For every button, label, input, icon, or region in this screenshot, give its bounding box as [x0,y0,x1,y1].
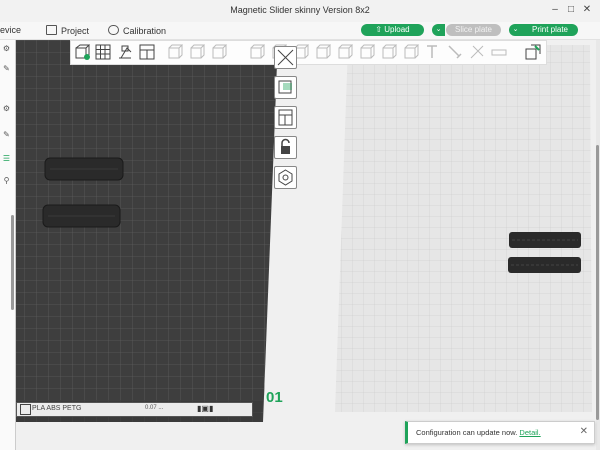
window-title: Magnetic Slider skinny Version 8x2 [230,5,370,15]
edit-icon[interactable]: ✎ [2,130,11,139]
settings-icon[interactable]: ⚙ [2,44,11,53]
menu-device[interactable]: evice [0,25,21,35]
cube-icon[interactable] [403,44,419,60]
menu-calibration-label: Calibration [123,26,167,36]
settings-hex-icon [278,169,293,186]
menu-project-label: Project [61,26,90,36]
cube-icon[interactable] [189,44,205,60]
auto-orient-icon [277,49,294,66]
slice-dropdown-icon[interactable]: ⌄ [432,24,445,36]
cube-icon[interactable] [211,44,227,60]
arrange-tool[interactable] [274,106,297,129]
filament-label: PLA ABS PETG [32,405,82,412]
close-icon[interactable]: ✕ [580,3,594,17]
slice-plate-button[interactable]: Slice plate [446,24,501,36]
model-slider-4[interactable] [508,257,581,273]
maximize-icon[interactable]: □ [564,3,578,17]
plate-control-icon[interactable]: ▮▣▮ [197,404,213,413]
print-plate-button[interactable]: Print plate [522,24,578,36]
filament-swatch-icon [20,404,31,415]
search-icon[interactable]: ⚲ [2,176,11,185]
cube-icon[interactable] [249,44,265,60]
plate-info-bar: PLA ABS PETG 0.07 ... ▮▣▮ [16,402,253,417]
paint-brush-icon[interactable] [447,44,463,60]
menu-calibration[interactable]: Calibration [108,25,166,36]
measure-icon[interactable] [491,44,507,60]
close-icon[interactable]: ✕ [580,426,588,437]
right-scrollbar-thumb[interactable] [596,145,599,420]
3d-viewport[interactable] [0,40,600,450]
project-icon [46,25,57,35]
plate-info-text: 0.07 ... [145,405,164,411]
cube-icon[interactable] [381,44,397,60]
settings-icon[interactable]: ⚙ [2,104,11,113]
notification-text: Configuration can update now. Detail. [416,428,541,437]
cube-icon[interactable] [167,44,183,60]
plate-number[interactable]: 01 [266,389,283,406]
upload-button[interactable]: ⇧ Upload [361,24,424,36]
settings-tool[interactable] [274,166,297,189]
orient-icon[interactable] [117,44,133,60]
support-paint-icon[interactable] [469,44,485,60]
minimize-icon[interactable]: – [548,3,562,17]
edit-icon[interactable]: ✎ [2,64,11,73]
model-slider-2[interactable] [42,204,121,228]
left-scrollbar[interactable] [11,215,14,310]
notification-message: Configuration can update now. [416,428,518,437]
print-dropdown-icon[interactable]: ⌄ [509,24,522,36]
build-plate-secondary[interactable] [335,45,592,412]
title-bar: Magnetic Slider skinny Version 8x2 – □ ✕ [0,0,600,23]
add-box-icon[interactable] [74,44,90,60]
cube-icon[interactable] [359,44,375,60]
top-toolbar [70,40,547,65]
model-slider-1[interactable] [44,157,124,181]
detail-link[interactable]: Detail. [519,428,540,437]
text-icon[interactable] [425,44,441,60]
scene-svg [14,40,592,422]
build-plate-active[interactable] [14,40,278,422]
split-icon[interactable]: ☰ [2,154,11,163]
upload-label: Upload [384,25,410,34]
calibration-icon [108,25,119,35]
upload-icon: ⇧ [375,25,385,34]
arrange-icon [278,109,293,126]
layout-plate-icon[interactable] [139,44,155,60]
lock-icon [281,138,290,154]
cube-icon[interactable] [337,44,353,60]
model-slider-3[interactable] [509,232,581,248]
grid-arrange-icon[interactable] [95,44,111,60]
orient-icon [278,80,292,94]
orient-tool[interactable] [274,76,297,99]
update-notification: Configuration can update now. Detail. ✕ [405,421,595,444]
auto-orient-tool[interactable] [274,46,297,69]
assemble-icon[interactable] [525,44,541,60]
cube-icon[interactable] [315,44,331,60]
menu-project[interactable]: Project [46,25,89,36]
lock-tool[interactable] [274,136,297,159]
